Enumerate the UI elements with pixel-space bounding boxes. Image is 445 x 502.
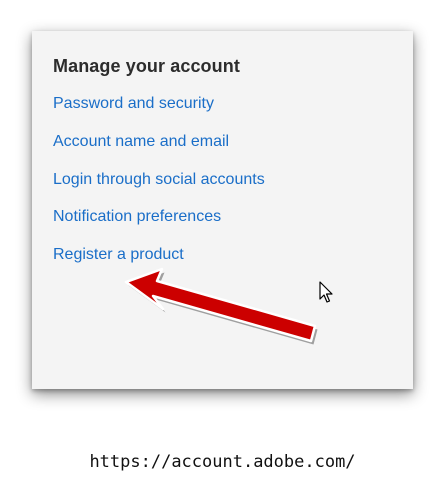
password-and-security-link[interactable]: Password and security <box>53 95 214 113</box>
mouse-pointer-icon <box>319 281 333 303</box>
panel-title: Manage your account <box>53 56 240 76</box>
login-through-social-accounts-link[interactable]: Login through social accounts <box>53 171 265 189</box>
account-name-and-email-link[interactable]: Account name and email <box>53 133 229 151</box>
notification-preferences-link[interactable]: Notification preferences <box>53 208 221 226</box>
account-menu-panel: Manage your account Password and securit… <box>32 31 413 389</box>
register-a-product-link[interactable]: Register a product <box>53 246 184 264</box>
url-caption: https://account.adobe.com/ <box>89 452 356 472</box>
